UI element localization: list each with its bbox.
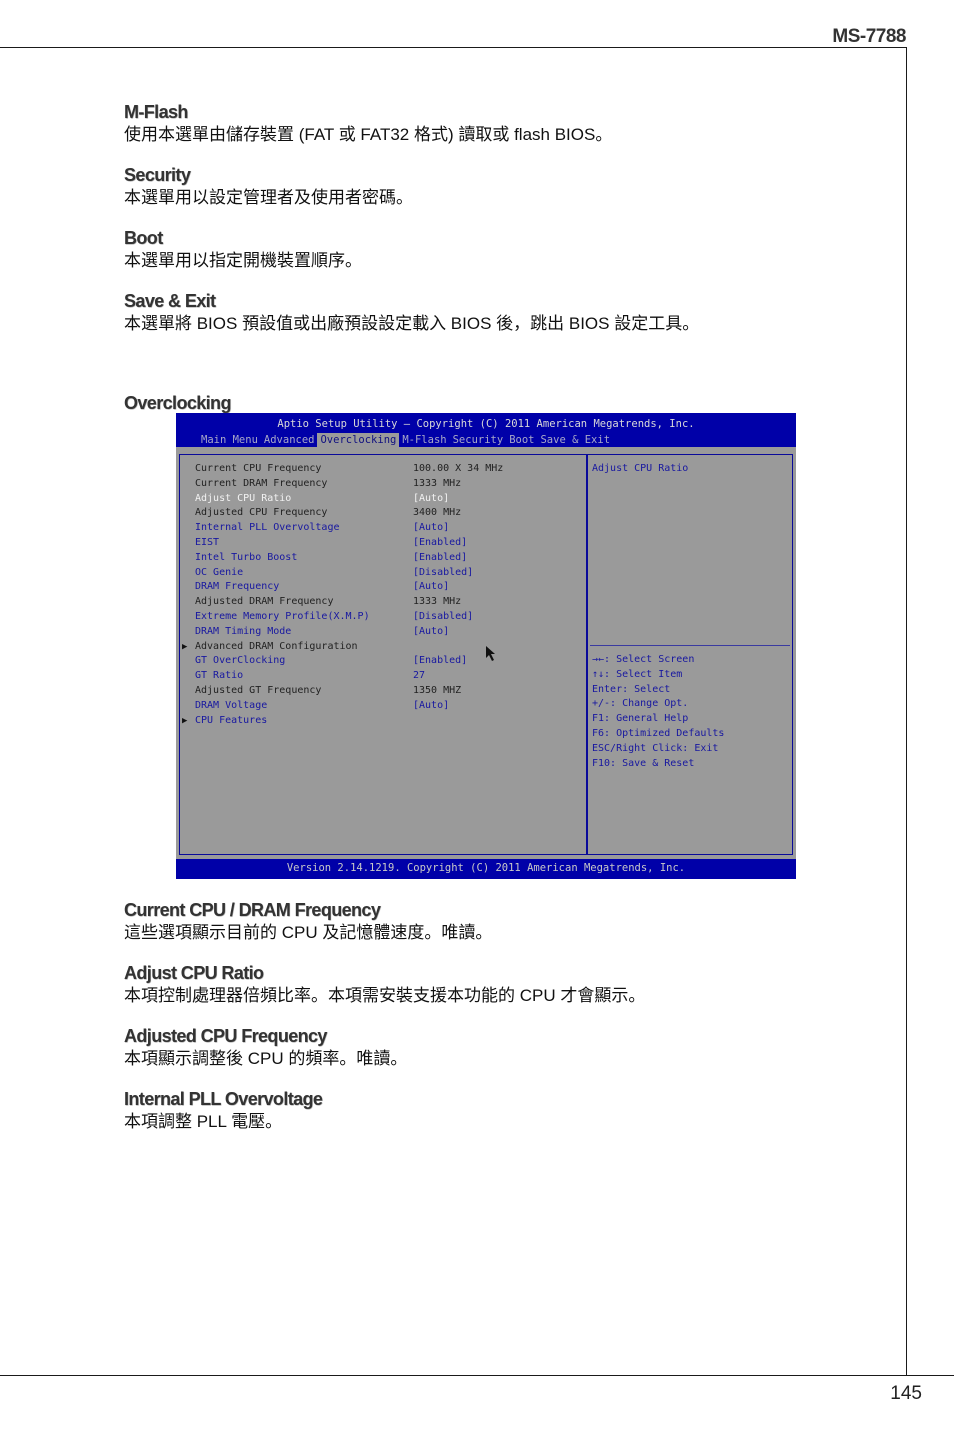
mouse-cursor-icon — [486, 646, 495, 661]
bios-setting-value: 1333 MHz — [413, 477, 462, 489]
bios-setting-value: [Enabled] — [413, 551, 468, 563]
bios-setting-label: DRAM Voltage — [195, 699, 268, 711]
section-body: 本項控制處理器倍頻比率。本項需安裝支援本功能的 CPU 才會顯示。 — [124, 986, 646, 1005]
margin-rule — [906, 47, 907, 1376]
key-hint: F1: General Help — [592, 713, 689, 725]
bios-setting-value: [Auto] — [413, 625, 450, 637]
section-title: Adjusted CPU Frequency — [124, 1026, 327, 1046]
bios-setting-value: [Auto] — [413, 522, 450, 534]
section-title: Security — [124, 165, 191, 185]
section-title: M-Flash — [124, 102, 188, 122]
bios-key-legend: →←: Select Screen ↑↓: Select Item Enter:… — [592, 653, 724, 771]
bios-setting-value: [Enabled] — [413, 655, 468, 667]
section-body: 使用本選單由儲存裝置 (FAT 或 FAT32 格式) 讀取或 flash BI… — [124, 125, 613, 144]
bios-setting-label: Extreme Memory Profile(X.M.P) — [195, 611, 370, 622]
bios-setting-label: Adjusted GT Frequency — [195, 685, 322, 696]
bios-version: Version 2.14.1219. Copyright (C) 2011 Am… — [286, 862, 686, 874]
bios-tab-advanced[interactable]: Advanced — [261, 433, 318, 447]
bios-setting-value: 1333 MHz — [413, 596, 462, 608]
section-title: Save & Exit — [124, 291, 216, 311]
bios-tab-overclocking[interactable]: Overclocking — [317, 433, 400, 447]
key-hint: ↑↓: Select Item — [592, 668, 683, 680]
bios-setting-label: CPU Features — [195, 714, 268, 726]
section-current-cpu-dram-frequency: Current CPU / DRAM Frequency 這些選項顯示目前的 C… — [124, 899, 492, 945]
bios-help-title: Adjust CPU Ratio — [592, 463, 689, 474]
bios-setting-value: 27 — [413, 670, 426, 682]
bios-setting-label: Adjust CPU Ratio — [195, 492, 292, 504]
bios-setting-value: [Auto] — [413, 699, 450, 711]
bios-title: Aptio Setup Utility – Copyright (C) 2011… — [277, 418, 695, 430]
bios-setting-label: DRAM Frequency — [195, 581, 280, 593]
footer-rule — [0, 1375, 954, 1376]
section-title: Adjust CPU Ratio — [124, 963, 264, 983]
section-body: 本項顯示調整後 CPU 的頻率。唯讀。 — [124, 1049, 408, 1068]
bios-setting-label: DRAM Timing Mode — [195, 625, 292, 637]
bios-tab-save-exit[interactable]: Save & Exit — [537, 433, 613, 447]
section-overclocking: Overclocking — [124, 392, 231, 414]
bios-setting-value: 1350 MHZ — [413, 685, 462, 696]
model-number: MS-7788 — [832, 26, 906, 47]
bios-help-divider — [590, 645, 790, 646]
section-body: 這些選項顯示目前的 CPU 及記憶體速度。唯讀。 — [124, 923, 493, 942]
section-save-exit: Save & Exit 本選單將 BIOS 預設值或出廠預設設定載入 BIOS … — [124, 290, 699, 336]
section-title: Overclocking — [124, 393, 231, 413]
section-title: Boot — [124, 228, 163, 248]
section-body: 本選單將 BIOS 預設值或出廠預設設定載入 BIOS 後，跳出 BIOS 設定… — [124, 314, 700, 333]
bios-setting-label: Adjusted DRAM Frequency — [195, 596, 334, 608]
key-hint: ESC/Right Click: Exit — [592, 742, 719, 754]
bios-screenshot: Aptio Setup Utility – Copyright (C) 2011… — [176, 413, 796, 879]
bios-tab-boot[interactable]: Boot — [506, 433, 537, 447]
bios-setting-value: [Auto] — [413, 492, 450, 504]
section-body: 本選單用以設定管理者及使用者密碼。 — [124, 188, 413, 207]
section-title: Internal PLL Overvoltage — [124, 1089, 323, 1109]
section-m-flash: M-Flash 使用本選單由儲存裝置 (FAT 或 FAT32 格式) 讀取或 … — [124, 101, 612, 147]
bios-tab-main-menu[interactable]: Main Menu — [198, 433, 261, 447]
section-security: Security 本選單用以設定管理者及使用者密碼。 — [124, 164, 413, 210]
section-title: Current CPU / DRAM Frequency — [124, 900, 381, 920]
key-hint: +/-: Change Opt. — [592, 698, 689, 710]
submenu-arrow-icon: ▶ — [182, 715, 188, 726]
bios-footer-bar: Version 2.14.1219. Copyright (C) 2011 Am… — [176, 859, 796, 879]
bios-setting-label: Intel Turbo Boost — [195, 551, 298, 563]
bios-title-bar: Aptio Setup Utility – Copyright (C) 2011… — [176, 413, 796, 447]
section-body: 本項調整 PLL 電壓。 — [124, 1112, 283, 1131]
section-adjusted-cpu-frequency: Adjusted CPU Frequency 本項顯示調整後 CPU 的頻率。唯… — [124, 1025, 407, 1071]
bios-setting-label: OC Genie — [195, 566, 244, 578]
bios-setting-value: [Disabled] — [413, 566, 474, 578]
bios-setting-label: Adjusted CPU Frequency — [195, 507, 328, 519]
key-hint: Enter: Select — [592, 683, 671, 695]
bios-setting-label: GT Ratio — [195, 670, 244, 682]
bios-setting-value: [Auto] — [413, 581, 450, 593]
bios-tab-bar: Main Menu Advanced Overclocking M-Flash … — [198, 433, 613, 447]
bios-setting-label: Current DRAM Frequency — [195, 477, 328, 489]
submenu-arrow-icon: ▶ — [182, 641, 188, 652]
bios-setting-label: Advanced DRAM Configuration — [195, 640, 358, 652]
header-rule — [0, 47, 907, 48]
key-hint: →←: Select Screen — [592, 654, 695, 665]
section-boot: Boot 本選單用以指定開機裝置順序。 — [124, 227, 362, 273]
bios-setting-label: GT OverClocking — [195, 655, 286, 667]
bios-setting-value: 100.00 X 34 MHz — [413, 463, 504, 474]
section-body: 本選單用以指定開機裝置順序。 — [124, 251, 362, 270]
bios-tab-m-flash[interactable]: M-Flash — [399, 433, 449, 447]
bios-setting-label: Current CPU Frequency — [195, 463, 322, 474]
bios-setting-label: EIST — [195, 537, 220, 548]
page-number: 145 — [890, 1383, 922, 1404]
bios-pane-divider — [586, 454, 588, 855]
bios-setting-label: Internal PLL Overvoltage — [195, 522, 340, 534]
bios-setting-value: [Disabled] — [413, 611, 474, 622]
bios-tab-security[interactable]: Security — [450, 433, 507, 447]
key-hint: F10: Save & Reset — [592, 757, 695, 769]
key-hint: F6: Optimized Defaults — [592, 727, 725, 739]
section-internal-pll-overvoltage: Internal PLL Overvoltage 本項調整 PLL 電壓。 — [124, 1088, 323, 1134]
bios-setting-value: 3400 MHz — [413, 507, 462, 519]
section-adjust-cpu-ratio: Adjust CPU Ratio 本項控制處理器倍頻比率。本項需安裝支援本功能的… — [124, 962, 645, 1008]
bios-setting-value: [Enabled] — [413, 537, 468, 548]
